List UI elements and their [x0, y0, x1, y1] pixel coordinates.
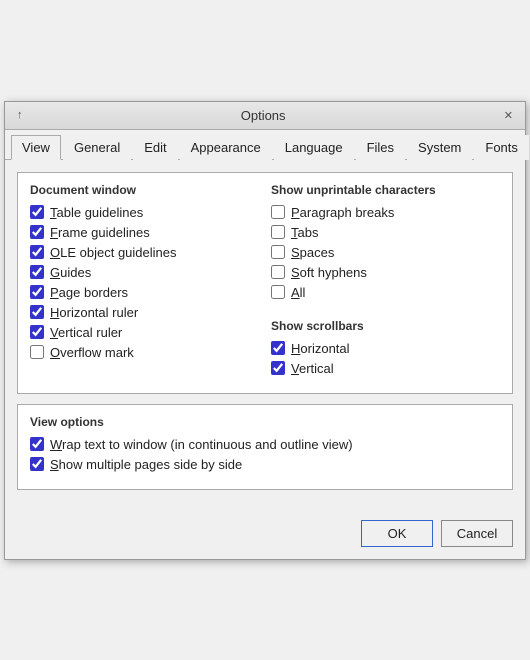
checkbox-soft-hyphens: Soft hyphens	[271, 265, 500, 280]
tab-appearance[interactable]: Appearance	[180, 135, 272, 160]
ole-guidelines-label[interactable]: OLE object guidelines	[50, 245, 176, 260]
checkbox-table-guidelines: Table guidelines	[30, 205, 259, 220]
checkbox-horizontal-ruler: Horizontal ruler	[30, 305, 259, 320]
tab-edit[interactable]: Edit	[133, 135, 177, 160]
page-borders-label[interactable]: Page borders	[50, 285, 128, 300]
ok-button[interactable]: OK	[361, 520, 433, 547]
all-label[interactable]: All	[291, 285, 305, 300]
tabs-checkbox[interactable]	[271, 225, 285, 239]
vertical-ruler-label[interactable]: Vertical ruler	[50, 325, 122, 340]
frame-guidelines-checkbox[interactable]	[30, 225, 44, 239]
scrollbar-horizontal-label[interactable]: Horizontal	[291, 341, 350, 356]
show-scrollbars-section: Show scrollbars Horizontal Vertical	[271, 319, 500, 376]
wrap-text-checkbox[interactable]	[30, 437, 44, 451]
document-window-title: Document window	[30, 183, 259, 197]
paragraph-breaks-label[interactable]: Paragraph breaks	[291, 205, 394, 220]
tabs-label[interactable]: Tabs	[291, 225, 318, 240]
tab-content: Document window Table guidelines Frame g…	[5, 160, 525, 512]
table-guidelines-label[interactable]: Table guidelines	[50, 205, 143, 220]
checkbox-all: All	[271, 285, 500, 300]
soft-hyphens-label[interactable]: Soft hyphens	[291, 265, 367, 280]
two-column-layout: Document window Table guidelines Frame g…	[30, 183, 500, 381]
spaces-checkbox[interactable]	[271, 245, 285, 259]
checkbox-multiple-pages: Show multiple pages side by side	[30, 457, 500, 472]
table-guidelines-checkbox[interactable]	[30, 205, 44, 219]
titlebar: ↑ Options ✕	[5, 102, 525, 130]
scrollbar-vertical-checkbox[interactable]	[271, 361, 285, 375]
view-options-title: View options	[30, 415, 500, 429]
checkbox-spaces: Spaces	[271, 245, 500, 260]
overflow-mark-checkbox[interactable]	[30, 345, 44, 359]
spaces-label[interactable]: Spaces	[291, 245, 334, 260]
soft-hyphens-checkbox[interactable]	[271, 265, 285, 279]
paragraph-breaks-checkbox[interactable]	[271, 205, 285, 219]
tab-view[interactable]: View	[11, 135, 61, 160]
checkbox-page-borders: Page borders	[30, 285, 259, 300]
checkbox-tabs: Tabs	[271, 225, 500, 240]
bottom-buttons: OK Cancel	[5, 512, 525, 559]
cancel-button[interactable]: Cancel	[441, 520, 513, 547]
checkbox-wrap-text: Wrap text to window (in continuous and o…	[30, 437, 500, 452]
checkbox-scrollbar-horizontal: Horizontal	[271, 341, 500, 356]
all-checkbox[interactable]	[271, 285, 285, 299]
tab-general[interactable]: General	[63, 135, 131, 160]
checkbox-vertical-ruler: Vertical ruler	[30, 325, 259, 340]
tab-fonts[interactable]: Fonts	[474, 135, 529, 160]
titlebar-up-button[interactable]: ↑	[15, 109, 25, 121]
spacer	[271, 305, 500, 319]
checkbox-ole-guidelines: OLE object guidelines	[30, 245, 259, 260]
view-options-section: View options Wrap text to window (in con…	[17, 404, 513, 490]
show-unprintable-section: Show unprintable characters Paragraph br…	[271, 183, 500, 300]
vertical-ruler-checkbox[interactable]	[30, 325, 44, 339]
multiple-pages-checkbox[interactable]	[30, 457, 44, 471]
show-unprintable-title: Show unprintable characters	[271, 183, 500, 197]
checkbox-overflow-mark: Overflow mark	[30, 345, 259, 360]
titlebar-close-button[interactable]: ✕	[502, 109, 515, 122]
frame-guidelines-label[interactable]: Frame guidelines	[50, 225, 150, 240]
overflow-mark-label[interactable]: Overflow mark	[50, 345, 134, 360]
checkbox-scrollbar-vertical: Vertical	[271, 361, 500, 376]
checkbox-frame-guidelines: Frame guidelines	[30, 225, 259, 240]
tab-bar: View General Edit Appearance Language Fi…	[5, 130, 525, 160]
horizontal-ruler-checkbox[interactable]	[30, 305, 44, 319]
titlebar-left-controls: ↑	[15, 109, 25, 121]
top-section: Document window Table guidelines Frame g…	[17, 172, 513, 394]
tab-system[interactable]: System	[407, 135, 472, 160]
wrap-text-label[interactable]: Wrap text to window (in continuous and o…	[50, 437, 353, 452]
checkbox-paragraph-breaks: Paragraph breaks	[271, 205, 500, 220]
horizontal-ruler-label[interactable]: Horizontal ruler	[50, 305, 138, 320]
dialog-title: Options	[25, 108, 502, 123]
guides-label[interactable]: Guides	[50, 265, 91, 280]
tab-language[interactable]: Language	[274, 135, 354, 160]
page-borders-checkbox[interactable]	[30, 285, 44, 299]
checkbox-guides: Guides	[30, 265, 259, 280]
tab-files[interactable]: Files	[356, 135, 405, 160]
guides-checkbox[interactable]	[30, 265, 44, 279]
document-window-col: Document window Table guidelines Frame g…	[30, 183, 259, 381]
multiple-pages-label[interactable]: Show multiple pages side by side	[50, 457, 242, 472]
scrollbar-horizontal-checkbox[interactable]	[271, 341, 285, 355]
right-col: Show unprintable characters Paragraph br…	[271, 183, 500, 381]
options-dialog: ↑ Options ✕ View General Edit Appearance…	[4, 101, 526, 560]
titlebar-right-controls: ✕	[502, 109, 515, 122]
scrollbar-vertical-label[interactable]: Vertical	[291, 361, 334, 376]
ole-guidelines-checkbox[interactable]	[30, 245, 44, 259]
show-scrollbars-title: Show scrollbars	[271, 319, 500, 333]
